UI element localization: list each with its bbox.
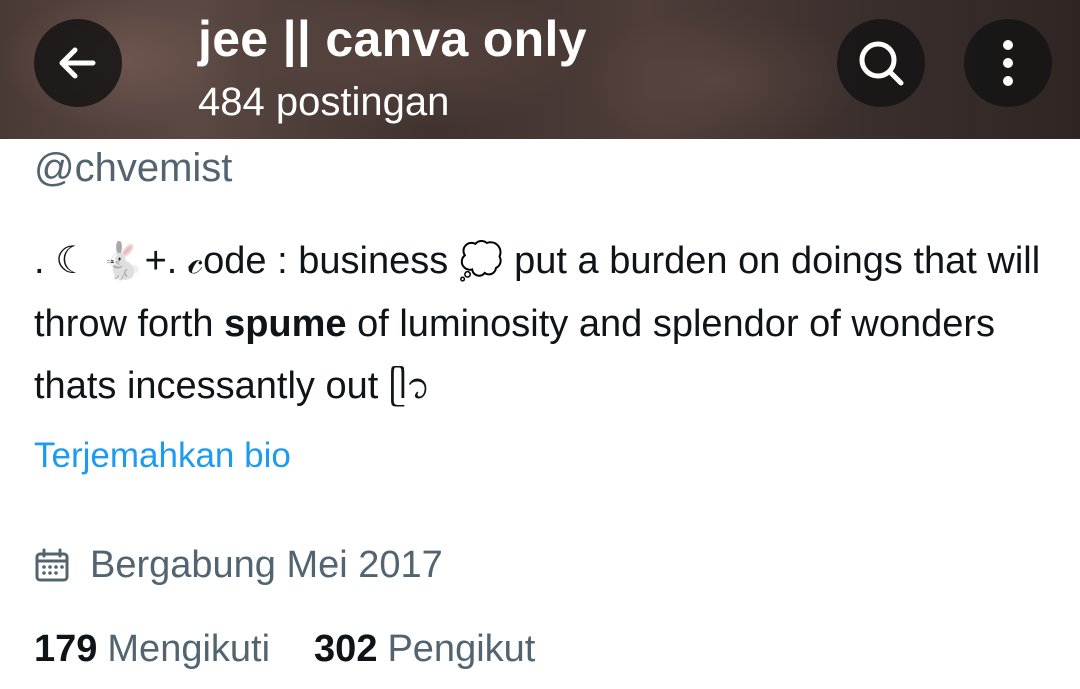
heart-glyph: ᥫ᭡ xyxy=(388,366,431,407)
bio-text-1: . ☾ xyxy=(34,240,100,282)
calendar-icon xyxy=(35,548,69,581)
thought-bubble-emoji: 💭 xyxy=(458,241,504,282)
profile-header: jee || canva only 484 postingan xyxy=(0,0,1080,139)
user-handle: @chvemist xyxy=(34,146,233,190)
header-title: jee || canva only xyxy=(198,11,587,67)
following-label: Mengikuti xyxy=(107,628,271,670)
more-options-button[interactable] xyxy=(964,19,1052,107)
more-vertical-icon xyxy=(1003,40,1013,86)
bio-bold-word: spume xyxy=(224,303,347,345)
arrow-left-icon xyxy=(59,47,96,79)
back-button[interactable] xyxy=(34,19,122,107)
search-button[interactable] xyxy=(837,19,925,107)
join-date-text: Bergabung Mei 2017 xyxy=(90,544,443,586)
join-date: Bergabung Mei 2017 xyxy=(34,544,443,587)
translate-bio-link[interactable]: Terjemahkan bio xyxy=(34,436,291,476)
search-icon xyxy=(859,41,904,86)
follow-stats: 179 Mengikuti 302 Pengikut xyxy=(34,628,579,671)
rabbit-emoji: 🐇 xyxy=(99,241,145,282)
followers-label: Pengikut xyxy=(387,628,536,670)
bio-text-2: +. 𝒸ode : business xyxy=(144,240,459,282)
followers-count: 302 xyxy=(314,628,378,670)
post-count: 484 postingan xyxy=(198,80,450,124)
following-count: 179 xyxy=(34,628,98,670)
followers-link[interactable]: 302 Pengikut xyxy=(314,628,535,671)
profile-page: jee || canva only 484 postingan @chvemis… xyxy=(0,0,1080,689)
profile-bio: . ☾ 🐇+. 𝒸ode : business 💭 put a burden o… xyxy=(34,230,1064,418)
following-link[interactable]: 179 Mengikuti xyxy=(34,628,270,671)
